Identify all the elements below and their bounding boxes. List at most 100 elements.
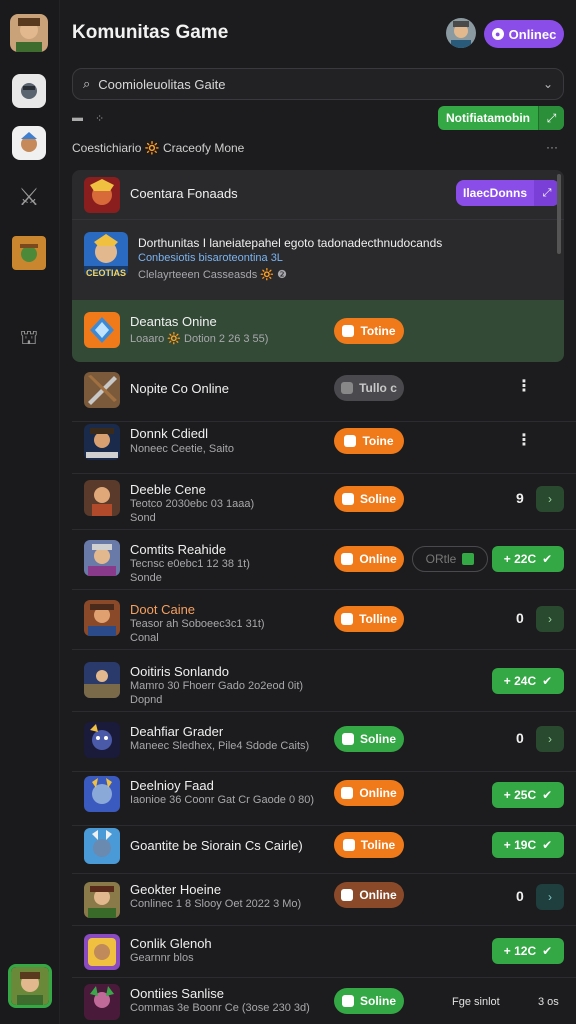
main-area: Komunitas Game ● Onlinec ⌕ ⌄ ▬ ⁘ Notifia…	[60, 0, 576, 1024]
swords-icon[interactable]: ⚔	[12, 180, 46, 214]
game-icon-3[interactable]	[12, 236, 46, 270]
gain-button[interactable]: + 24C ✔	[492, 668, 564, 694]
search-input[interactable]	[98, 76, 535, 92]
gain-button[interactable]: + 22C ✔	[492, 546, 564, 572]
game-badge: CEOTIAS	[86, 268, 127, 278]
game-thumbnail	[84, 934, 120, 970]
gain-button[interactable]: + 12C ✔	[492, 938, 564, 964]
community-icon[interactable]: ⛫	[12, 322, 46, 356]
list-item[interactable]: Geokter Hoeine Conlinec 1 8 Slooy Oet 20…	[72, 874, 576, 926]
gain-value: + 24C	[503, 674, 537, 688]
list-item[interactable]: Deelnioy Faad Iaonioe 36 Coonr Gat Cr Ga…	[72, 766, 576, 826]
status-pill-label: Totine	[360, 324, 396, 338]
chevron-down-icon[interactable]: ⌄	[543, 77, 553, 91]
notifications-button[interactable]: Notifiatamobin ⤢	[438, 106, 564, 130]
status-pill[interactable]: Online	[334, 882, 404, 908]
list-item[interactable]: Deahfiar Grader Maneec Sledhex, Pile4 Sd…	[72, 712, 576, 772]
gain-button[interactable]: + 25C ✔	[492, 782, 564, 808]
profile-avatar[interactable]	[10, 14, 48, 52]
featured-row[interactable]: Coentara Fonaads IlaecDonns ⤢	[72, 170, 564, 220]
status-pill-label: Online	[359, 786, 397, 800]
status-pill[interactable]: Tullo c	[334, 375, 404, 401]
list-item-title: Geokter Hoeine	[130, 882, 222, 897]
list-item-title: Nopite Co Online	[130, 381, 229, 396]
bottom-avatar[interactable]	[8, 964, 52, 1008]
status-pill-label: Soline	[359, 492, 396, 506]
game-icon-1[interactable]	[12, 74, 46, 108]
expand-icon[interactable]: ⤢	[538, 106, 564, 130]
search-bar[interactable]: ⌕ ⌄	[72, 68, 564, 100]
more-options-icon[interactable]: ···	[546, 140, 558, 154]
featured-action-button[interactable]: IlaecDonns ⤢	[456, 180, 560, 206]
list-item-subtitle: Iaonioe 36 Coonr Gat Cr Gaode 0 80)	[130, 794, 315, 806]
gain-button[interactable]: + 19C ✔	[492, 832, 564, 858]
chevron-right-icon[interactable]: ›	[536, 884, 564, 910]
list-item-title: Deeble Cene	[130, 482, 206, 497]
status-pill-label: Tullo c	[359, 381, 397, 395]
panel-scrollbar[interactable]	[557, 174, 561, 254]
list-item[interactable]: Doot Caine Teasor ah Soboeec3c1 31t) Con…	[72, 590, 576, 650]
status-pill-icon	[341, 553, 354, 565]
list-item[interactable]: Donnk Cdiedl Noneec Ceetie, Saito Toine …	[72, 414, 576, 474]
game-icon-2[interactable]	[12, 126, 46, 160]
list-item[interactable]: Goantite be Siorain Cs Cairle) Toline + …	[72, 820, 576, 874]
list-item-subtitle-2: Conal	[130, 632, 159, 644]
game-thumbnail	[84, 722, 120, 758]
gain-value: + 25C	[503, 788, 537, 802]
count-value: 0	[516, 888, 524, 904]
list-view-icon[interactable]: ▬	[72, 112, 83, 125]
secondary-status-pill[interactable]: ORtle	[412, 546, 488, 572]
status-pill-icon	[341, 995, 354, 1007]
chevron-right-icon[interactable]: ›	[536, 726, 564, 752]
featured-detail-row[interactable]: CEOTIAS Dorthunitas I laneiatepahel egot…	[72, 220, 564, 300]
secondary-status-label: ORtle	[425, 552, 457, 566]
list-item[interactable]: Comtits Reahide Tecnsc e0ebc1 12 38 1t) …	[72, 530, 576, 590]
featured-action-label: IlaecDonns	[462, 186, 528, 200]
game-thumbnail	[84, 424, 120, 460]
status-pill[interactable]: Toine	[334, 428, 404, 454]
check-icon: ✔	[542, 944, 553, 958]
list-item-title: Doot Caine	[130, 602, 196, 617]
check-icon: ✔	[542, 552, 553, 566]
featured-detail-line2: Conbesiotis bisaroteontina 3L	[138, 252, 283, 264]
list-item[interactable]: Ooitiris Sonlando Mamro 30 Fhoerr Gado 2…	[72, 652, 576, 712]
chevron-right-icon[interactable]: ›	[536, 486, 564, 512]
status-pill[interactable]: Soline	[334, 726, 404, 752]
status-pill-icon	[341, 613, 354, 625]
game-thumbnail	[84, 540, 120, 576]
list-item[interactable]: Nopite Co Online Tullo c ⋮	[72, 362, 576, 422]
status-pill[interactable]: Totine	[334, 318, 404, 344]
status-pill[interactable]: Online	[334, 546, 404, 572]
list-item[interactable]: Conlik Glenoh Gearnnr blos + 12C ✔	[72, 926, 576, 978]
app: ⚔ ⛫ Komunitas Game ● Onlinec ⌕ ⌄ ▬ ⁘ Not…	[0, 0, 576, 1024]
featured-online-row[interactable]: Deantas Onine Loaaro 🔆 Dotion 2 26 3 55)…	[72, 300, 564, 362]
featured-detail-line3: Clelayrteeen Casseasds 🔆 ❷	[138, 269, 287, 281]
count-value: 0	[516, 610, 524, 626]
footer-label: Fge sinlot	[452, 996, 500, 1008]
featured-title: Coentara Fonaads	[130, 186, 238, 201]
status-pill[interactable]: Soline	[334, 486, 404, 512]
list-item-subtitle: Noneec Ceetie, Saito	[130, 443, 234, 455]
featured-online-sub: Loaaro 🔆 Dotion 2 26 3 55)	[130, 333, 269, 345]
list-item[interactable]: Deeble Cene Teotco 2030ebc 03 1aaa) Sond…	[72, 470, 576, 530]
list-item-subtitle: Teasor ah Soboeec3c1 31t)	[130, 618, 265, 630]
more-options-icon[interactable]: ⋮	[516, 430, 532, 450]
list-item[interactable]: Oontiies Sanlise Commas 3e Boonr Ce (3os…	[72, 978, 576, 1024]
status-pill-icon	[342, 839, 355, 851]
more-options-icon[interactable]: ⋮	[516, 376, 532, 396]
chevron-right-icon[interactable]: ›	[536, 606, 564, 632]
status-pill-icon	[344, 435, 357, 447]
section-heading: Coestichiario 🔆 Craceofy Mone	[72, 141, 245, 155]
user-avatar[interactable]	[446, 18, 476, 48]
game-thumbnail	[84, 372, 120, 408]
grid-view-icon[interactable]: ⁘	[95, 112, 104, 125]
online-status-button[interactable]: ● Onlinec	[484, 20, 564, 48]
status-pill[interactable]: Soline	[334, 988, 404, 1014]
view-toggles: ▬ ⁘	[72, 112, 104, 125]
status-pill[interactable]: Tolline	[334, 606, 404, 632]
list-item-subtitle-2: Sond	[130, 512, 156, 524]
status-pill[interactable]: Toline	[334, 832, 404, 858]
status-pill[interactable]: Online	[334, 780, 404, 806]
list-item-subtitle: Commas 3e Boonr Ce (3ose 230 3d)	[130, 1002, 310, 1014]
page-title: Komunitas Game	[72, 22, 229, 43]
